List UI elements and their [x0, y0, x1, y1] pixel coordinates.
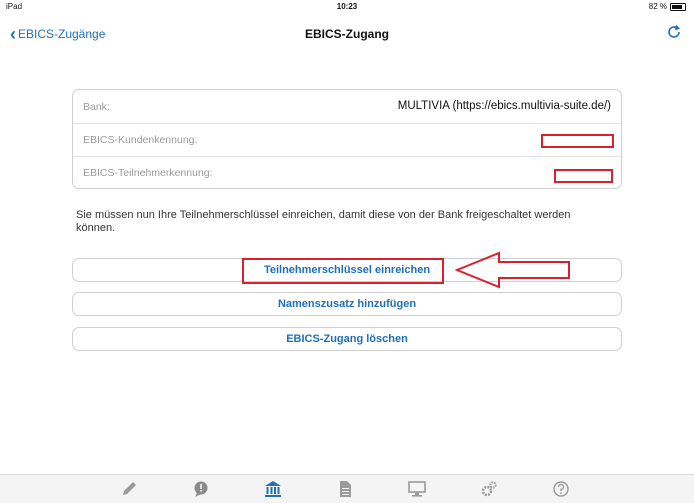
- customer-id-row: EBICS-Kundenkennung:: [73, 123, 621, 157]
- user-id-row: EBICS-Teilnehmerkennung:: [73, 156, 621, 189]
- delete-access-button[interactable]: EBICS-Zugang löschen: [72, 327, 622, 351]
- annotation-arrow-icon: [455, 251, 570, 289]
- battery-icon: [670, 2, 686, 11]
- refresh-icon[interactable]: [666, 24, 682, 40]
- customer-id-label: EBICS-Kundenkennung:: [83, 134, 198, 146]
- clock: 10:23: [336, 2, 358, 11]
- navigation-bar: ‹ EBICS-Zugänge EBICS-Zugang: [0, 14, 694, 52]
- account-info-box: Bank: MULTIVIA (https://ebics.multivia-s…: [72, 89, 622, 189]
- help-icon[interactable]: [552, 480, 570, 498]
- annotation-highlight-box: [242, 258, 444, 284]
- status-bar: iPad 10:23 82 %: [0, 0, 694, 14]
- battery-percent: 82 %: [648, 2, 667, 11]
- bank-row: Bank: MULTIVIA (https://ebics.multivia-s…: [73, 90, 621, 124]
- user-id-label: EBICS-Teilnehmerkennung:: [83, 167, 213, 179]
- notice-text: Sie müssen nun Ihre Teilnehmerschlüssel …: [76, 209, 571, 234]
- bank-label: Bank:: [83, 101, 110, 113]
- bank-icon[interactable]: [264, 480, 282, 498]
- tab-bar: [0, 474, 694, 503]
- bank-value: MULTIVIA (https://ebics.multivia-suite.d…: [397, 100, 611, 112]
- battery-status: 82 %: [649, 2, 686, 11]
- gears-icon[interactable]: [480, 480, 498, 498]
- document-icon[interactable]: [336, 480, 354, 498]
- monitor-icon[interactable]: [408, 480, 426, 498]
- speech-bubble-icon[interactable]: [192, 480, 210, 498]
- pencil-icon[interactable]: [120, 480, 138, 498]
- add-name-suffix-button[interactable]: Namenszusatz hinzufügen: [72, 292, 622, 316]
- redaction-box: [554, 169, 613, 183]
- page-title: EBICS-Zugang: [305, 27, 389, 41]
- redaction-box: [541, 134, 614, 148]
